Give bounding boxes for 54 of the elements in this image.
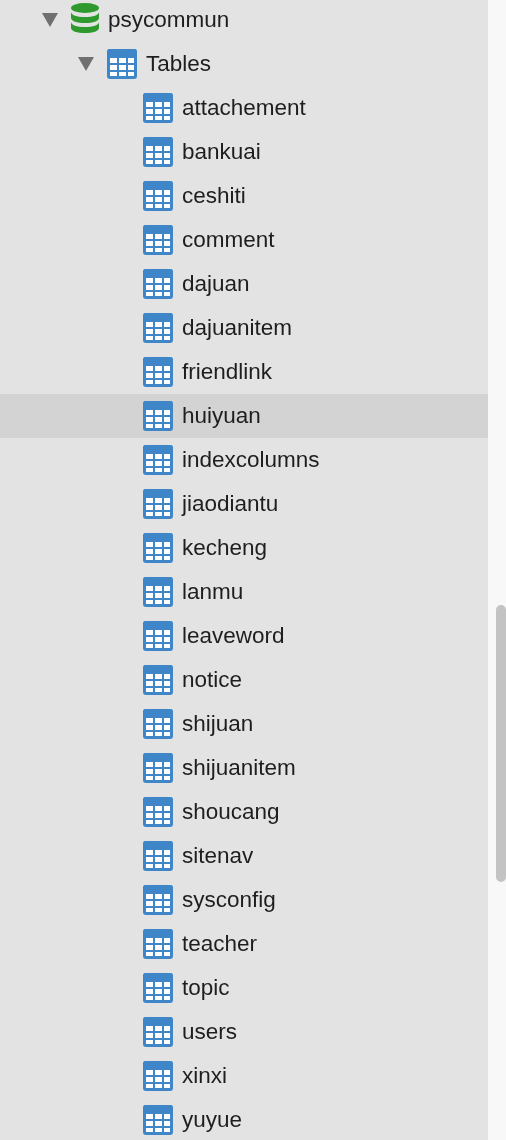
tree-item[interactable]: huiyuan (0, 394, 488, 438)
table-icon (142, 576, 174, 608)
table-icon (142, 928, 174, 960)
table-icon (142, 312, 174, 344)
table-icon (142, 92, 174, 124)
table-icon (142, 532, 174, 564)
tree-item[interactable]: ceshiti (0, 174, 488, 218)
table-icon (142, 488, 174, 520)
table-icon (142, 356, 174, 388)
tree-item[interactable]: lanmu (0, 570, 488, 614)
tree-item[interactable]: attachement (0, 86, 488, 130)
tree-item[interactable]: xinxi (0, 1054, 488, 1098)
tree-item[interactable]: Tables (0, 42, 488, 86)
tree-item[interactable]: comment (0, 218, 488, 262)
tree-item[interactable]: indexcolumns (0, 438, 488, 482)
tree-item[interactable]: bankuai (0, 130, 488, 174)
tree-item[interactable]: sysconfig (0, 878, 488, 922)
table-icon (142, 972, 174, 1004)
tree-item[interactable]: users (0, 1010, 488, 1054)
disclosure-triangle-icon[interactable] (41, 12, 59, 28)
scrollbar-thumb[interactable] (496, 605, 506, 882)
table-icon (142, 1016, 174, 1048)
tree-item[interactable]: leaveword (0, 614, 488, 658)
tree-item[interactable]: shoucang (0, 790, 488, 834)
tree-item[interactable]: shijuan (0, 702, 488, 746)
table-icon (142, 708, 174, 740)
tree-item[interactable]: topic (0, 966, 488, 1010)
table-icon (142, 268, 174, 300)
table-icon (142, 664, 174, 696)
tree-item[interactable]: notice (0, 658, 488, 702)
table-icon (142, 1060, 174, 1092)
tree-item[interactable]: yuyue (0, 1098, 488, 1140)
tree-item[interactable]: sitenav (0, 834, 488, 878)
table-icon (142, 136, 174, 168)
tree-item[interactable]: teacher (0, 922, 488, 966)
table-icon (142, 180, 174, 212)
tree-item[interactable]: kecheng (0, 526, 488, 570)
table-icon (142, 400, 174, 432)
tree-item[interactable]: shijuanitem (0, 746, 488, 790)
tree-item[interactable]: dajuanitem (0, 306, 488, 350)
disclosure-triangle-icon[interactable] (77, 56, 95, 72)
tree-item[interactable]: jiaodiantu (0, 482, 488, 526)
table-icon (142, 620, 174, 652)
table-icon (142, 224, 174, 256)
table-icon (142, 840, 174, 872)
table-icon (142, 444, 174, 476)
tree-item[interactable]: dajuan (0, 262, 488, 306)
table-icon (142, 884, 174, 916)
table-icon (142, 1104, 174, 1136)
table-icon (106, 48, 138, 80)
tree-item[interactable]: psycommun (0, 0, 488, 42)
table-icon (142, 796, 174, 828)
table-icon (142, 752, 174, 784)
tree-item[interactable]: friendlink (0, 350, 488, 394)
